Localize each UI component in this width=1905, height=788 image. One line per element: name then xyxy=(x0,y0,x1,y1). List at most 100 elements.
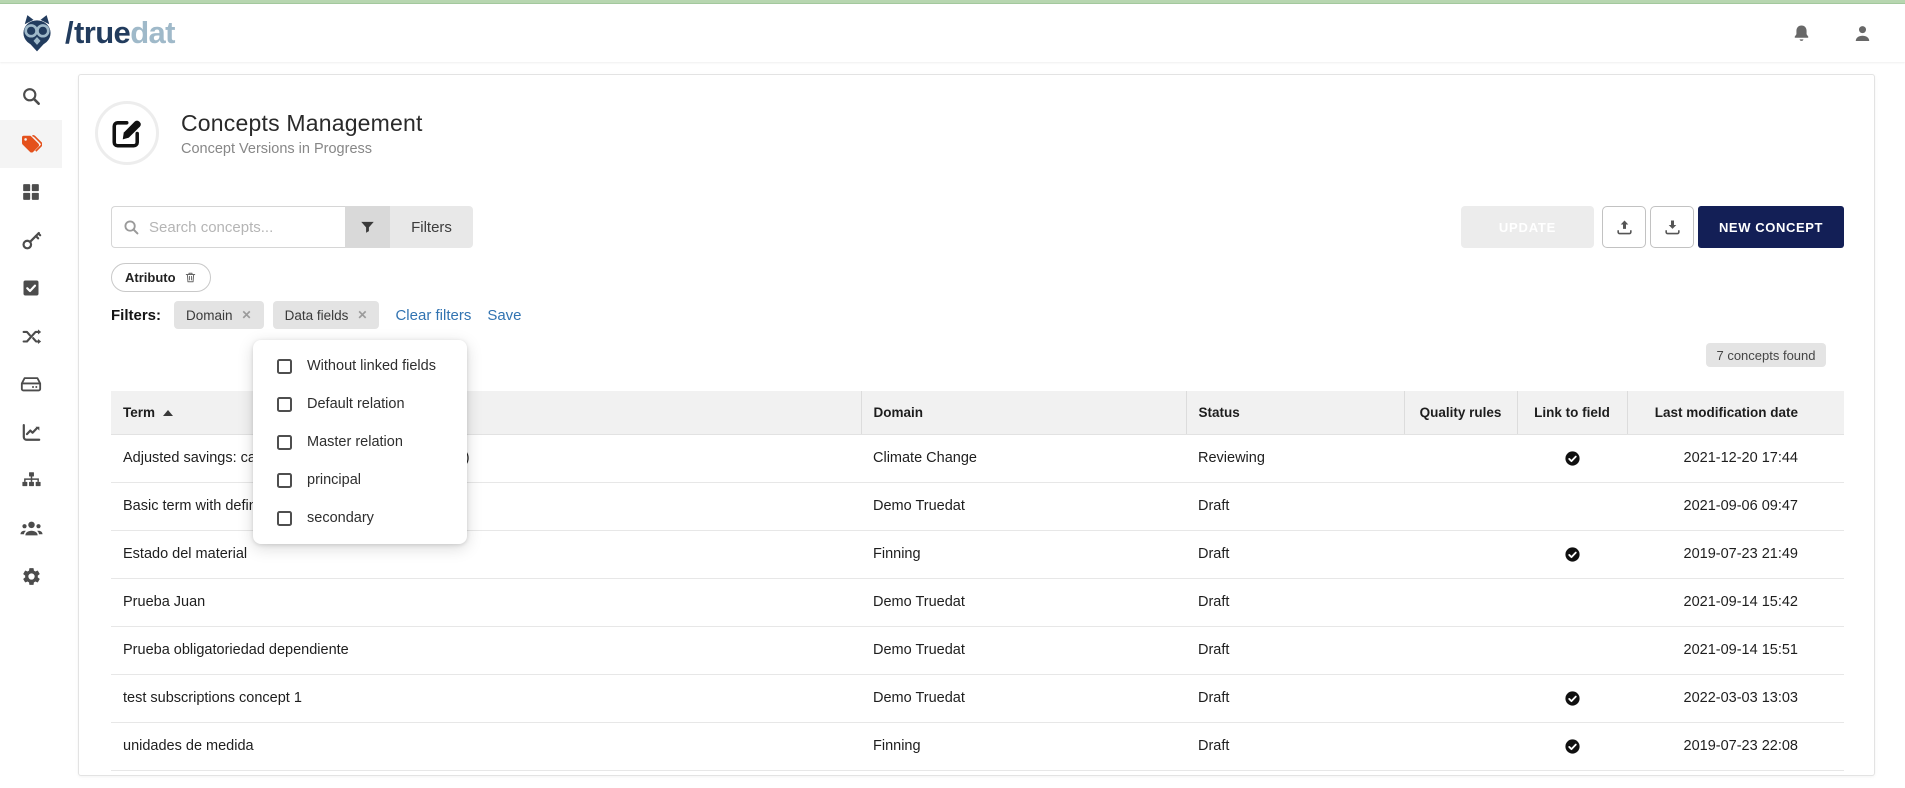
sidebar-item-settings[interactable] xyxy=(0,552,62,600)
sidebar-item-glossary[interactable] xyxy=(0,120,62,168)
check-circle-icon xyxy=(1564,690,1581,706)
template-chip-label: Atributo xyxy=(125,270,176,285)
save-filters-link[interactable]: Save xyxy=(487,307,521,324)
dropdown-option-label: Master relation xyxy=(307,434,403,450)
checkbox-icon[interactable] xyxy=(277,359,292,374)
sidebar-item-users[interactable] xyxy=(0,504,62,552)
sidebar-item-search[interactable] xyxy=(0,72,62,120)
remove-filter-icon[interactable]: ✕ xyxy=(357,308,367,322)
owl-logo-icon xyxy=(16,12,58,54)
filter-chip-label: Domain xyxy=(186,308,233,323)
cell-term[interactable]: Adjusted savings: carbon dioxide damage … xyxy=(111,434,861,482)
data-fields-filter-dropdown: Without linked fields Default relation M… xyxy=(253,340,467,544)
cell-domain: Demo Truedat xyxy=(861,578,1186,626)
dropdown-option[interactable]: Without linked fields xyxy=(253,347,467,385)
cell-term[interactable]: unidades de medida xyxy=(111,722,861,770)
column-header[interactable]: Domain xyxy=(861,391,1186,434)
filter-chip[interactable]: Data fields ✕ xyxy=(273,301,380,329)
table-row[interactable]: Prueba Juan Demo Truedat Draft 2021-09-1… xyxy=(111,578,1844,626)
user-icon[interactable] xyxy=(1852,23,1873,44)
checkbox-icon[interactable] xyxy=(277,397,292,412)
sidebar-item-analytics[interactable] xyxy=(0,408,62,456)
check-square-icon xyxy=(21,278,41,298)
clear-filters-link[interactable]: Clear filters xyxy=(395,307,471,324)
cell-link-to-field xyxy=(1517,530,1627,578)
cell-term[interactable]: Prueba obligatoriedad dependiente xyxy=(111,626,861,674)
cell-quality-rules xyxy=(1404,626,1517,674)
cell-last-modification: 2021-09-06 09:47 xyxy=(1627,482,1844,530)
cell-quality-rules xyxy=(1404,530,1517,578)
cell-status: Draft xyxy=(1186,482,1404,530)
search-icon xyxy=(123,219,140,236)
cell-domain: Demo Truedat xyxy=(861,674,1186,722)
cell-term[interactable]: Prueba Juan xyxy=(111,578,861,626)
cell-domain: Finning xyxy=(861,530,1186,578)
new-concept-button[interactable]: NEW CONCEPT xyxy=(1698,206,1844,248)
check-circle-icon xyxy=(1564,450,1581,466)
search-input[interactable] xyxy=(149,219,334,236)
sidebar-item-rules[interactable] xyxy=(0,264,62,312)
column-header[interactable]: Quality rules xyxy=(1404,391,1517,434)
filter-funnel-button[interactable] xyxy=(345,206,390,248)
column-header[interactable]: Status xyxy=(1186,391,1404,434)
column-header[interactable]: Last modification date xyxy=(1627,391,1844,434)
trash-icon[interactable] xyxy=(184,271,197,284)
dropdown-option[interactable]: principal xyxy=(253,461,467,499)
filters-button[interactable]: Filters xyxy=(390,206,473,248)
template-chip-atributo[interactable]: Atributo xyxy=(111,263,211,292)
dropdown-option[interactable]: Default relation xyxy=(253,385,467,423)
update-button[interactable]: UPDATE xyxy=(1461,206,1594,248)
cell-domain: Finning xyxy=(861,722,1186,770)
remove-filter-icon[interactable]: ✕ xyxy=(242,308,252,322)
sidebar-item-permissions[interactable] xyxy=(0,216,62,264)
sitemap-icon xyxy=(21,470,42,491)
cell-link-to-field xyxy=(1517,482,1627,530)
table-row[interactable]: Prueba obligatoriedad dependiente Demo T… xyxy=(111,626,1844,674)
checkbox-icon[interactable] xyxy=(277,511,292,526)
cell-domain: Demo Truedat xyxy=(861,626,1186,674)
download-icon xyxy=(1663,218,1682,237)
download-button[interactable] xyxy=(1650,206,1694,248)
truedat-logo[interactable]: /truedat xyxy=(16,12,175,54)
sidebar-item-data-sources[interactable] xyxy=(0,360,62,408)
cell-last-modification: 2019-07-23 21:49 xyxy=(1627,530,1844,578)
sidebar-nav xyxy=(0,62,62,788)
table-row[interactable]: test subscriptions concept 1 Demo Trueda… xyxy=(111,674,1844,722)
cell-term[interactable]: Estado del material xyxy=(111,530,861,578)
column-header[interactable]: Link to field xyxy=(1517,391,1627,434)
page-title: Concepts Management xyxy=(181,110,423,137)
logo-wordmark: /truedat xyxy=(62,15,175,51)
cell-link-to-field xyxy=(1517,722,1627,770)
sidebar-item-lineage[interactable] xyxy=(0,312,62,360)
grid-icon xyxy=(21,182,41,202)
column-header[interactable]: Term xyxy=(111,391,861,434)
cell-quality-rules xyxy=(1404,674,1517,722)
cell-quality-rules xyxy=(1404,722,1517,770)
cell-term[interactable]: Basic term with definition xyxy=(111,482,861,530)
cell-term[interactable]: test subscriptions concept 1 xyxy=(111,674,861,722)
filter-chip[interactable]: Domain ✕ xyxy=(174,301,264,329)
dropdown-option-label: principal xyxy=(307,472,361,488)
cell-quality-rules xyxy=(1404,578,1517,626)
applied-filters-bar: Filters: Domain ✕ Data fields ✕ Clear fi… xyxy=(111,301,522,329)
dropdown-option-label: Default relation xyxy=(307,396,405,412)
page-subtitle: Concept Versions in Progress xyxy=(181,141,423,157)
search-icon xyxy=(21,86,42,107)
check-circle-icon xyxy=(1564,738,1581,754)
shuffle-icon xyxy=(21,326,42,347)
dropdown-option[interactable]: secondary xyxy=(253,499,467,537)
checkbox-icon[interactable] xyxy=(277,473,292,488)
sidebar-item-dashboards[interactable] xyxy=(0,168,62,216)
table-row[interactable]: unidades de medida Finning Draft 2019-07… xyxy=(111,722,1844,770)
bell-icon[interactable] xyxy=(1791,23,1812,44)
chart-line-icon xyxy=(21,422,42,443)
dropdown-option[interactable]: Master relation xyxy=(253,423,467,461)
sidebar-item-structures[interactable] xyxy=(0,456,62,504)
upload-button[interactable] xyxy=(1602,206,1646,248)
page-icon-circle xyxy=(95,101,159,165)
cell-status: Draft xyxy=(1186,722,1404,770)
users-icon xyxy=(20,517,43,540)
cell-last-modification: 2019-07-23 22:08 xyxy=(1627,722,1844,770)
cell-link-to-field xyxy=(1517,578,1627,626)
checkbox-icon[interactable] xyxy=(277,435,292,450)
